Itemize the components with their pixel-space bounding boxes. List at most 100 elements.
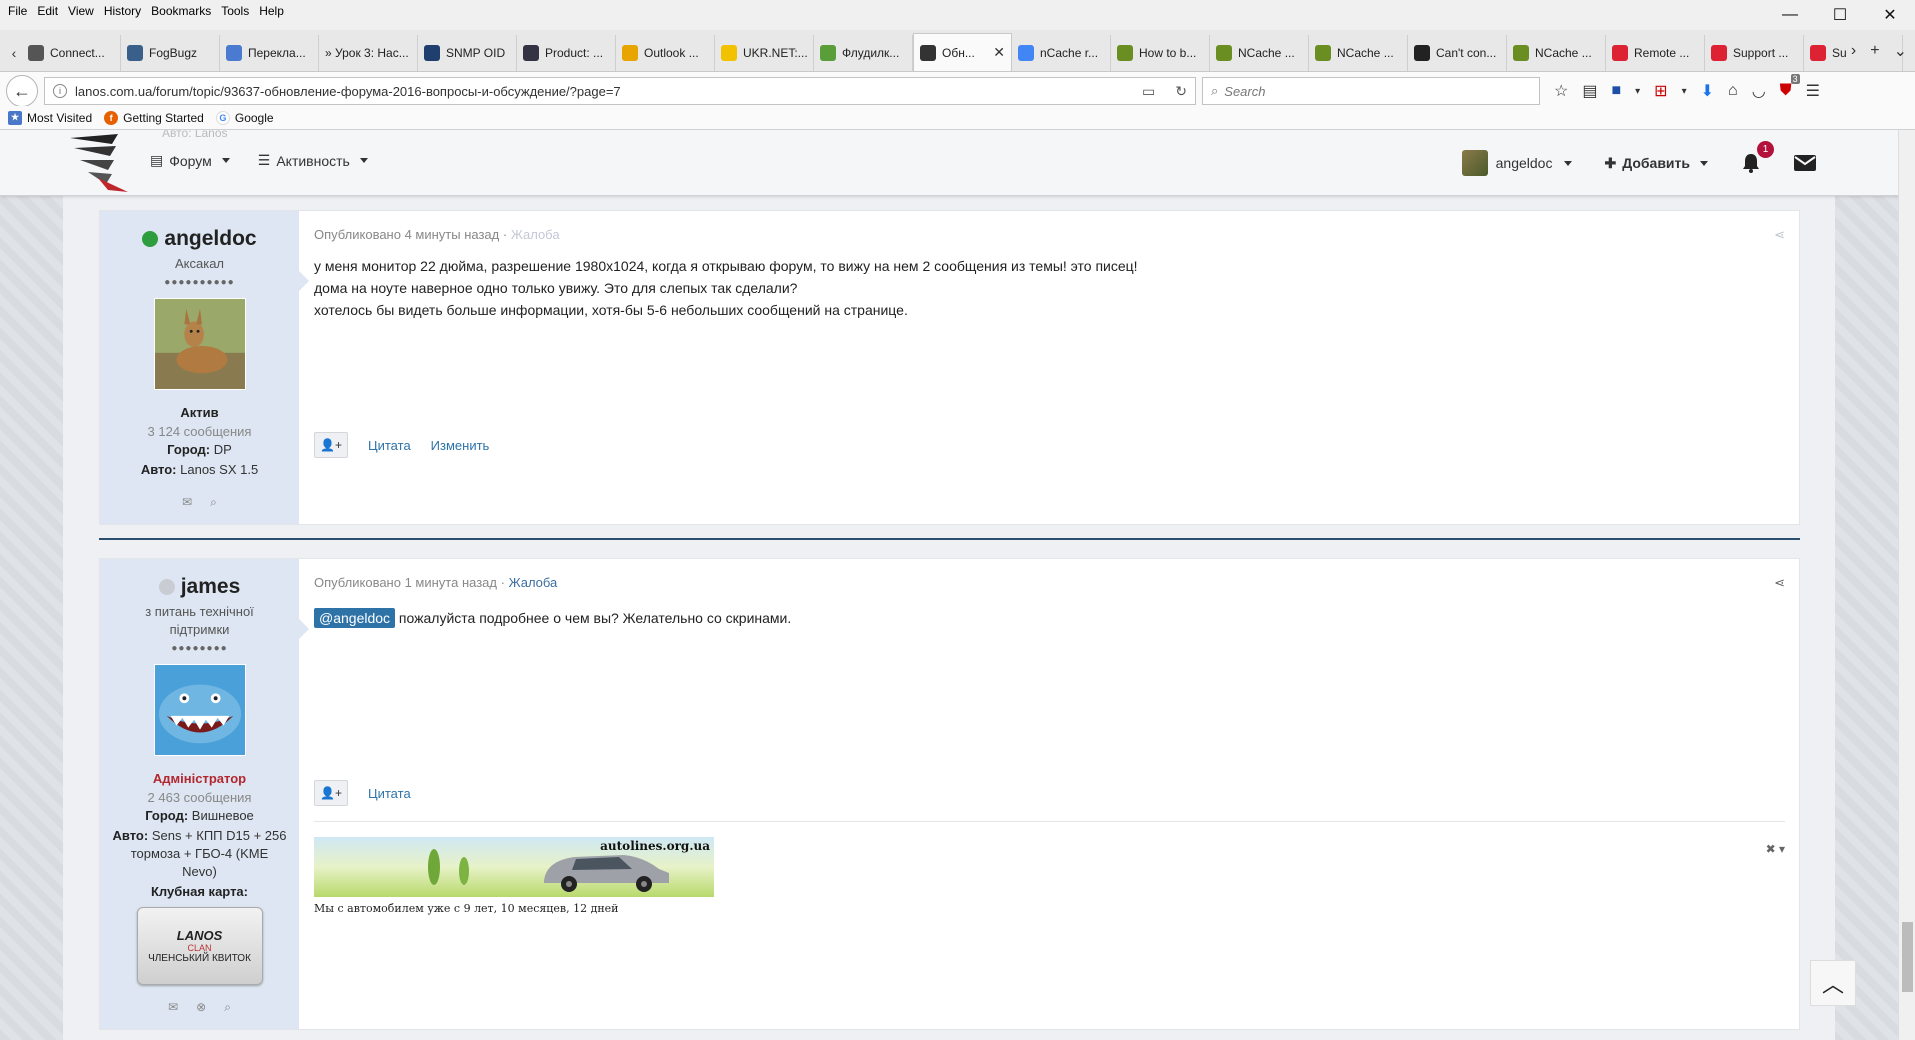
signature-banner[interactable]: autolines.org.ua xyxy=(314,837,714,897)
notifications-button[interactable]: 1 xyxy=(1740,141,1774,174)
browser-tab[interactable]: UKR.NET:... xyxy=(715,35,814,71)
envelope-icon[interactable] xyxy=(1794,155,1816,171)
share-icon[interactable]: ⋖ xyxy=(1774,227,1785,243)
page-scrollbar[interactable] xyxy=(1898,130,1915,1040)
post-content: у меня монитор 22 дюйма, разрешение 1980… xyxy=(314,255,1138,321)
search-icon[interactable]: ⌕ xyxy=(224,1000,231,1015)
ublock-icon[interactable]: ⛊ 3 xyxy=(1780,74,1800,100)
nav-forum[interactable]: ▤ Форум xyxy=(150,152,230,169)
chevron-up-icon: ︿ xyxy=(1821,972,1844,997)
envelope-icon[interactable]: ✉ xyxy=(182,495,192,510)
post-author-panel: james з питань технічної підтримки ●●●●●… xyxy=(100,559,299,1029)
add-user-button[interactable]: 👤+ xyxy=(314,780,348,806)
tab-label: Обн... xyxy=(942,45,975,60)
tab-label: FogBugz xyxy=(149,46,198,60)
url-text[interactable]: lanos.com.ua/forum/topic/93637-обновлени… xyxy=(75,84,621,99)
tab-scroll-right-icon[interactable]: › xyxy=(1851,42,1856,60)
author-name[interactable]: angeldoc xyxy=(164,227,256,251)
post-count: 3 124 сообщения xyxy=(147,424,252,439)
scroll-to-top-button[interactable]: ︿ xyxy=(1810,960,1856,1006)
close-tab-icon[interactable]: ✕ xyxy=(993,44,1005,61)
browser-tab[interactable]: Can't con... xyxy=(1408,35,1507,71)
avatar[interactable] xyxy=(153,298,246,390)
tab-label: UKR.NET:... xyxy=(743,46,808,60)
browser-tab[interactable]: How to b... xyxy=(1111,35,1210,71)
browser-tab[interactable]: Connect... xyxy=(22,35,121,71)
pocket-icon[interactable]: ◡ xyxy=(1752,81,1766,101)
browser-tab[interactable]: Product: ... xyxy=(517,35,616,71)
author-tools: ✉ ⌕ xyxy=(100,495,299,510)
save-icon[interactable]: ■ xyxy=(1611,82,1621,100)
browser-tab[interactable]: Support ... xyxy=(1705,35,1804,71)
browser-tab[interactable]: » Урок 3: Нас... xyxy=(319,35,418,71)
browser-tab[interactable]: nCache r... xyxy=(1012,35,1111,71)
share-icon[interactable]: ⋖ xyxy=(1774,575,1785,591)
envelope-icon[interactable]: ✉ xyxy=(168,1000,178,1015)
report-link[interactable]: Жалоба xyxy=(509,575,558,590)
quote-link[interactable]: Цитата xyxy=(368,438,411,453)
browser-tab[interactable]: NCache ... xyxy=(1507,35,1606,71)
menu-view[interactable]: View xyxy=(68,4,94,18)
browser-tab[interactable]: SNMP OID xyxy=(418,35,517,71)
nav-activity[interactable]: ☰ Активность xyxy=(258,152,368,169)
minimize-button[interactable]: — xyxy=(1765,0,1815,30)
home-icon[interactable]: ⌂ xyxy=(1728,82,1738,100)
menu-file[interactable]: File xyxy=(8,4,27,18)
menu-edit[interactable]: Edit xyxy=(37,4,58,18)
star-icon[interactable]: ☆ xyxy=(1554,81,1568,101)
menu-history[interactable]: History xyxy=(104,4,141,18)
tab-scroll-left-icon[interactable]: ‹ xyxy=(6,35,22,71)
back-button[interactable]: ← xyxy=(6,75,38,107)
add-button[interactable]: ✚ Добавить xyxy=(1604,155,1708,172)
clipboard-icon[interactable]: ▤ xyxy=(1582,81,1597,101)
close-window-button[interactable]: ✕ xyxy=(1865,0,1915,30)
browser-tab[interactable]: Перекла... xyxy=(220,35,319,71)
reload-icon[interactable]: ↻ xyxy=(1175,83,1187,100)
download-icon[interactable]: ⬇ xyxy=(1701,81,1714,101)
edit-link[interactable]: Изменить xyxy=(431,438,490,453)
bookmark-google[interactable]: G Google xyxy=(215,110,274,125)
list-icon: ☰ xyxy=(257,152,271,168)
avatar[interactable] xyxy=(153,664,246,756)
new-tab-icon[interactable]: + xyxy=(1870,42,1879,60)
menu-help[interactable]: Help xyxy=(259,4,284,18)
browser-tab[interactable]: Обн... ✕ xyxy=(913,33,1012,71)
report-link[interactable]: Жалоба xyxy=(511,227,560,242)
user-mention[interactable]: @angeldoc xyxy=(314,608,396,628)
author-name[interactable]: james xyxy=(181,575,241,599)
tab-list-icon[interactable]: ⌄ xyxy=(1894,41,1907,61)
post-line: хотелось бы видеть больше информации, хо… xyxy=(314,302,908,318)
browser-tab[interactable]: Флудилк... xyxy=(814,35,913,71)
browser-tab[interactable]: FogBugz xyxy=(121,35,220,71)
bookmark-most-visited[interactable]: ★ Most Visited xyxy=(8,110,93,125)
browser-tab[interactable]: NCache ... xyxy=(1210,35,1309,71)
add-user-button[interactable]: 👤+ xyxy=(314,432,348,458)
url-bar[interactable]: i lanos.com.ua/forum/topic/93637-обновле… xyxy=(44,77,1196,105)
menu-tools[interactable]: Tools xyxy=(221,4,249,18)
scrollbar-thumb[interactable] xyxy=(1902,922,1913,992)
reader-view-icon[interactable]: ▭ xyxy=(1142,83,1155,100)
user-menu[interactable]: angeldoc xyxy=(1461,150,1573,176)
browser-tab[interactable]: Remote ... xyxy=(1606,35,1705,71)
auto-label: Авто: xyxy=(112,828,149,843)
site-logo[interactable] xyxy=(68,132,132,194)
addon-icon[interactable]: ⊞ xyxy=(1654,81,1667,101)
hide-signature-icon[interactable]: ✖ ▾ xyxy=(1766,842,1785,856)
chevron-down-icon[interactable]: ▾ xyxy=(1635,86,1640,97)
browser-tab[interactable]: NCache ... xyxy=(1309,35,1408,71)
maximize-button[interactable]: ☐ xyxy=(1815,0,1865,30)
chevron-down-icon[interactable]: ▾ xyxy=(1682,86,1687,97)
bookmark-label: Most Visited xyxy=(27,110,93,125)
hamburger-menu-icon[interactable]: ☰ xyxy=(1806,81,1820,101)
quote-link[interactable]: Цитата xyxy=(368,786,411,801)
browser-tab[interactable]: Outlook ... xyxy=(616,35,715,71)
ban-icon[interactable]: ⊗ xyxy=(196,1000,206,1015)
snmp-icon xyxy=(424,45,440,61)
search-icon[interactable]: ⌕ xyxy=(210,495,217,510)
info-icon[interactable]: i xyxy=(53,84,67,98)
search-input[interactable]: ⌕ Search xyxy=(1202,77,1540,105)
bookmark-getting-started[interactable]: f Getting Started xyxy=(104,110,204,125)
menu-bookmarks[interactable]: Bookmarks xyxy=(151,4,211,18)
author-city: Город: Вишневое xyxy=(100,807,299,825)
post-actions: 👤+ Цитата Изменить xyxy=(314,432,489,458)
